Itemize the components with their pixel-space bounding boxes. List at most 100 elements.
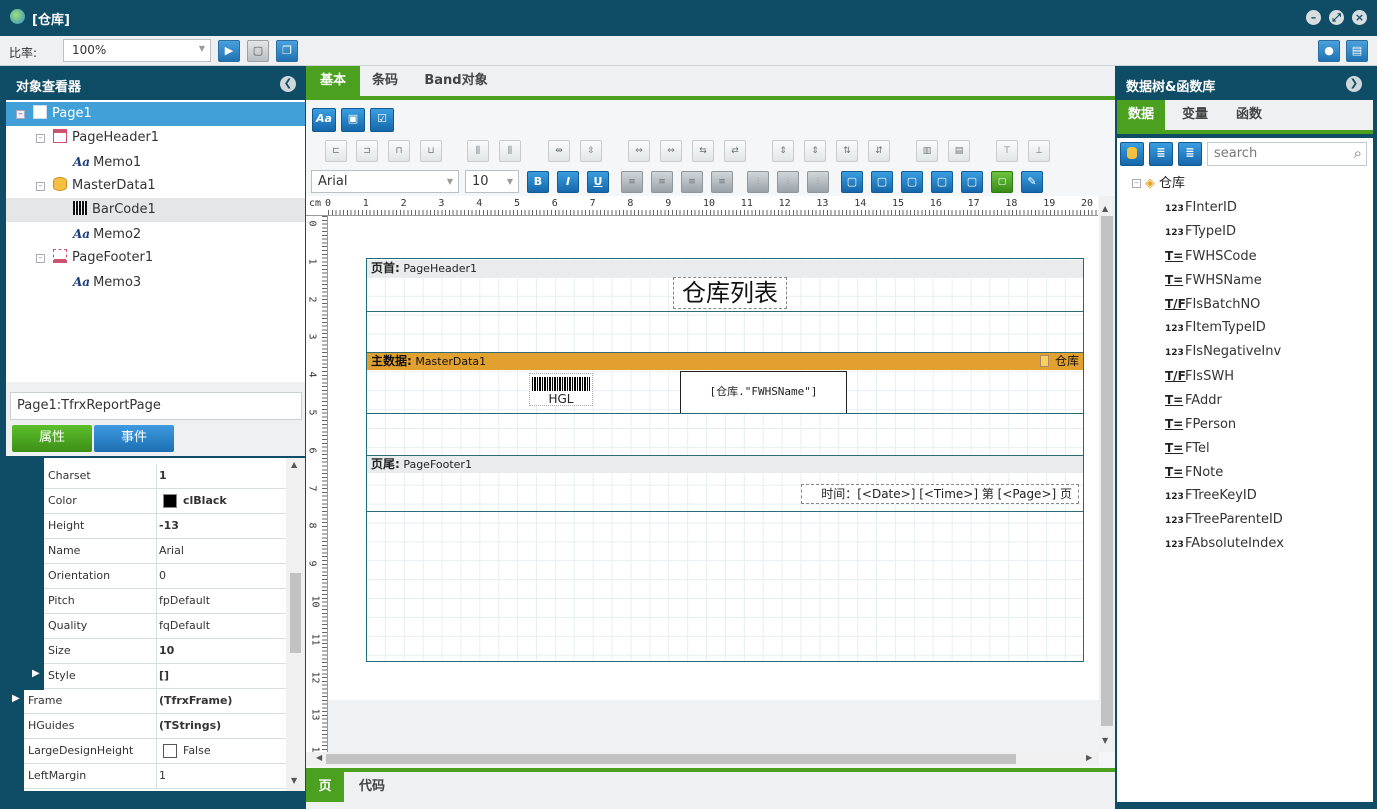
frame-top-icon[interactable]: ▢ — [871, 171, 893, 193]
property-value[interactable]: fqDefault — [156, 614, 286, 638]
property-value[interactable]: -13 — [156, 514, 286, 538]
valign-center-icon[interactable]: ⫶ — [777, 171, 799, 193]
tab-band-objects[interactable]: Band对象 — [416, 66, 496, 96]
tab-page[interactable]: 页 — [306, 772, 344, 802]
tab-data[interactable]: 数据 — [1117, 100, 1165, 130]
font-name-select[interactable]: Arial ▼ — [311, 170, 459, 193]
checkbox-tool-icon[interactable]: ☑ — [370, 108, 394, 132]
frame-edit-icon[interactable]: ✎ — [1021, 171, 1043, 193]
expand-icon[interactable]: ▶ — [12, 693, 20, 704]
page-header-band[interactable]: 页首: PageHeader1 — [367, 260, 1083, 277]
align-vcenter-icon[interactable]: ⫼ — [499, 140, 521, 162]
font-size-select[interactable]: 10 ▼ — [465, 170, 519, 193]
events-tab[interactable]: 事件 — [94, 425, 174, 452]
space-increase-icon[interactable]: ⇆ — [692, 140, 714, 162]
tab-basic[interactable]: 基本 — [306, 66, 360, 96]
tab-functions[interactable]: 函数 — [1225, 100, 1273, 130]
scroll-thumb[interactable] — [326, 754, 1016, 764]
property-row[interactable]: Charset 1 — [6, 464, 286, 489]
align-hcenter-icon[interactable]: ⫼ — [467, 140, 489, 162]
frame-left-icon[interactable]: ▢ — [931, 171, 953, 193]
scroll-down-icon[interactable]: ▼ — [1102, 736, 1108, 745]
expand-all-icon[interactable]: ≣ — [1178, 142, 1202, 166]
tab-variables[interactable]: 变量 — [1171, 100, 1219, 130]
field-item[interactable]: T= FPerson — [1165, 412, 1236, 436]
tree-item-memo1[interactable]: Aa Memo1 — [6, 150, 305, 174]
field-item[interactable]: T/FFIsSWH — [1165, 364, 1234, 388]
align-bottom-icon[interactable]: ⊔ — [420, 140, 442, 162]
copy-icon[interactable]: ❐ — [276, 40, 298, 62]
frame-all-icon[interactable]: ▢ — [841, 171, 863, 193]
memo2[interactable]: [仓库."FWHSName"] — [680, 371, 847, 414]
space-horizontally-icon[interactable]: ⇔ — [628, 140, 650, 162]
field-item[interactable]: T= FAddr — [1165, 388, 1222, 412]
underline-icon[interactable]: U — [587, 171, 609, 193]
space-vequal-icon[interactable]: ⇕ — [804, 140, 826, 162]
scroll-down-icon[interactable]: ▼ — [291, 776, 297, 785]
field-item[interactable]: T= FTel — [1165, 436, 1210, 460]
space-decrease-icon[interactable]: ⇄ — [724, 140, 746, 162]
property-row[interactable]: Name Arial — [6, 539, 286, 564]
expand-icon[interactable]: ▶ — [32, 668, 40, 679]
field-item[interactable]: 123FTreeParenteID — [1165, 508, 1283, 532]
collapse-icon[interactable]: – — [16, 110, 25, 119]
field-item[interactable]: 123FIsNegativeInv — [1165, 340, 1281, 364]
space-vincrease-icon[interactable]: ⇅ — [836, 140, 858, 162]
report-page[interactable]: 页首: PageHeader1 仓库列表 主数据: MasterData1 仓库… — [366, 258, 1084, 662]
property-value[interactable]: 0 — [156, 564, 286, 588]
tree-item-pagefooter1[interactable]: – PageFooter1 — [6, 246, 305, 270]
collapse-right-icon[interactable]: ❯ — [1346, 76, 1362, 92]
property-row[interactable]: Color clBlack — [6, 489, 286, 514]
field-item[interactable]: 123FInterID — [1165, 196, 1237, 220]
property-value[interactable]: 1 — [156, 464, 286, 488]
text-tool-icon[interactable]: Aa — [312, 108, 336, 132]
tab-barcode[interactable]: 条码 — [364, 66, 406, 96]
text-align-left-icon[interactable]: ≡ — [621, 171, 643, 193]
valign-top-icon[interactable]: ⫶ — [747, 171, 769, 193]
tree-item-page1[interactable]: – Page1 — [6, 102, 305, 126]
field-item[interactable]: 123FTreeKeyID — [1165, 484, 1257, 508]
run-icon[interactable]: ▶ — [218, 40, 240, 62]
tree-item-memo3[interactable]: Aa Memo3 — [6, 270, 305, 294]
tab-code[interactable]: 代码 — [348, 772, 396, 802]
tree-item-pageheader1[interactable]: – PageHeader1 — [6, 126, 305, 150]
property-scrollbar[interactable]: ▲ ▼ — [286, 458, 305, 791]
property-row[interactable]: Style [] — [6, 664, 286, 689]
property-row[interactable]: Quality fqDefault — [6, 614, 286, 639]
same-height-icon[interactable]: ▤ — [948, 140, 970, 162]
property-row[interactable]: Frame (TfrxFrame) — [6, 689, 286, 714]
text-align-right-icon[interactable]: ≡ — [681, 171, 703, 193]
barcode1[interactable]: HGL — [529, 373, 593, 406]
collapse-left-icon[interactable]: ❮ — [280, 76, 296, 92]
search-input[interactable]: search ⌕ — [1207, 142, 1367, 166]
preview-icon[interactable]: ▢ — [247, 40, 269, 62]
canvas-hscrollbar[interactable]: ◀ ▶ — [306, 752, 1099, 766]
property-row[interactable]: Orientation 0 — [6, 564, 286, 589]
collapse-all-icon[interactable]: ≣ — [1149, 142, 1173, 166]
property-value[interactable]: (TfrxFrame) — [156, 689, 286, 713]
property-value[interactable]: [] — [156, 664, 286, 688]
collapse-icon[interactable]: – — [36, 254, 45, 263]
minimize-button[interactable]: – — [1306, 10, 1321, 25]
property-value[interactable]: fpDefault — [156, 589, 286, 613]
collapse-icon[interactable]: – — [1132, 179, 1141, 188]
property-value[interactable]: 10 — [156, 639, 286, 663]
master-data-band[interactable]: 主数据: MasterData1 仓库 — [367, 353, 1083, 370]
property-value[interactable]: Arial — [156, 539, 286, 563]
valign-bottom-icon[interactable]: ⫶ — [807, 171, 829, 193]
center-vertically-icon[interactable]: ⇳ — [580, 140, 602, 162]
property-row[interactable]: LeftMargin 1 — [6, 764, 286, 789]
bold-icon[interactable]: B — [527, 171, 549, 193]
properties-tab[interactable]: 属性 — [12, 425, 92, 452]
scroll-up-icon[interactable]: ▲ — [1102, 204, 1108, 213]
space-vdecrease-icon[interactable]: ⇵ — [868, 140, 890, 162]
property-row[interactable]: Pitch fpDefault — [6, 589, 286, 614]
picture-tool-icon[interactable]: ▣ — [341, 108, 365, 132]
send-back-icon[interactable]: ⊥ — [1028, 140, 1050, 162]
tree-root-dataset[interactable]: ◈ 仓库 — [1145, 172, 1185, 196]
field-item[interactable]: T= FWHSCode — [1165, 244, 1257, 268]
field-item[interactable]: T= FNote — [1165, 460, 1223, 484]
field-item[interactable]: 123FTypeID — [1165, 220, 1236, 244]
space-equal-icon[interactable]: ⇔ — [660, 140, 682, 162]
text-align-center-icon[interactable]: ≡ — [651, 171, 673, 193]
